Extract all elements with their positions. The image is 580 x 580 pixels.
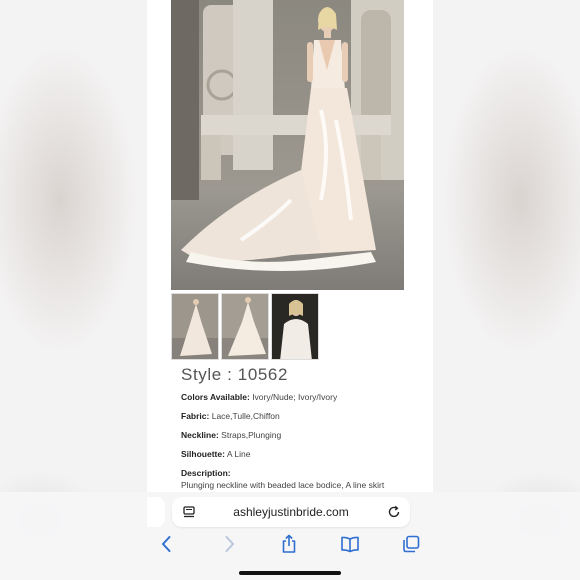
silhouette-row: Silhouette: A Line xyxy=(181,449,250,459)
reload-icon[interactable] xyxy=(387,505,401,519)
forward-icon[interactable] xyxy=(219,534,239,554)
share-icon[interactable] xyxy=(279,534,299,554)
hero-dress-image[interactable] xyxy=(171,0,404,290)
thumbnail-image[interactable] xyxy=(171,293,219,360)
thumbnail-image[interactable] xyxy=(271,293,319,360)
description-label: Description: xyxy=(181,468,231,478)
colors-available-row: Colors Available: Ivory/Nude; Ivory/Ivor… xyxy=(181,392,337,402)
neckline-row: Neckline: Straps,Plunging xyxy=(181,430,281,440)
style-number-title: Style : 10562 xyxy=(181,365,289,384)
back-icon[interactable] xyxy=(157,534,177,554)
description-text: Plunging neckline with beaded lace bodic… xyxy=(181,480,385,490)
neckline-value: Straps,Plunging xyxy=(221,430,282,440)
thumbnail-image[interactable] xyxy=(221,293,269,360)
home-indicator[interactable] xyxy=(239,571,341,575)
silhouette-label: Silhouette: xyxy=(181,449,225,459)
bookmarks-icon[interactable] xyxy=(340,534,360,554)
fabric-label: Fabric: xyxy=(181,411,210,421)
colors-label: Colors Available: xyxy=(181,392,250,402)
neckline-label: Neckline: xyxy=(181,430,219,440)
description-label-row: Description: xyxy=(181,468,231,478)
url-text[interactable]: ashleyjustinbride.com xyxy=(172,505,410,519)
tabs-icon[interactable] xyxy=(401,534,421,554)
silhouette-value: A Line xyxy=(226,449,251,459)
colors-value: Ivory/Nude; Ivory/Ivory xyxy=(252,392,338,402)
web-page[interactable]: Style : 10562 Colors Available: Ivory/Nu… xyxy=(147,0,433,492)
fabric-row: Fabric: Lace,Tulle,Chiffon xyxy=(181,411,280,421)
previous-tab-card[interactable] xyxy=(147,497,165,527)
fabric-value: Lace,Tulle,Chiffon xyxy=(211,411,280,421)
address-bar[interactable]: ashleyjustinbride.com xyxy=(172,497,410,527)
